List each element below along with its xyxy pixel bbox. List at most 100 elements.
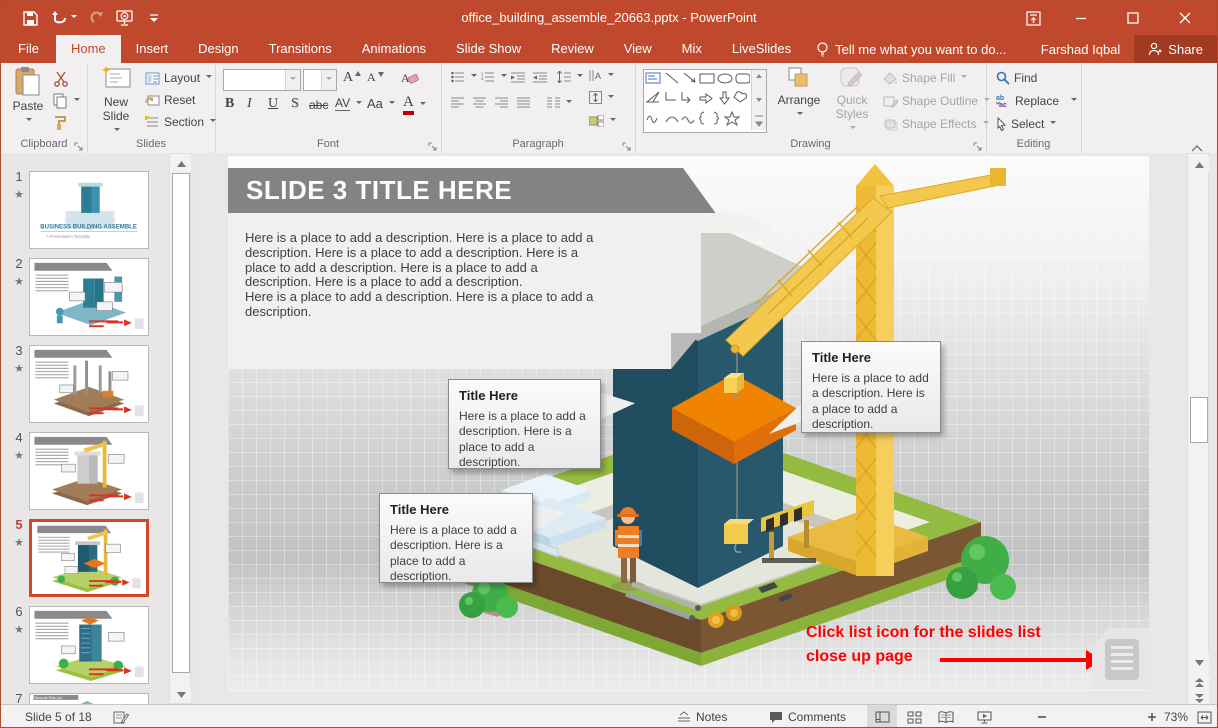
- spell-check-icon[interactable]: [113, 705, 129, 728]
- shrink-font-button[interactable]: A: [367, 70, 384, 85]
- tell-me-box[interactable]: Tell me what you want to do...: [806, 35, 1016, 63]
- select-button[interactable]: Select: [996, 117, 1056, 131]
- new-slide-button[interactable]: New Slide: [93, 66, 139, 136]
- maximize-icon[interactable]: [1113, 1, 1153, 35]
- align-text-button[interactable]: [589, 91, 614, 104]
- thumbnail-scroll-up-icon[interactable]: [171, 155, 191, 172]
- slide-thumbnail-6[interactable]: [29, 606, 149, 684]
- reset-button[interactable]: Reset: [145, 93, 195, 107]
- font-dialog-launcher[interactable]: [428, 139, 438, 149]
- tab-design[interactable]: Design: [183, 35, 253, 63]
- zoom-out-icon[interactable]: [1037, 705, 1047, 728]
- reading-view-icon[interactable]: [931, 705, 961, 728]
- change-case-button[interactable]: Aa: [367, 96, 395, 111]
- ribbon-display-options-icon[interactable]: [1013, 1, 1053, 35]
- shape-gallery[interactable]: [643, 69, 767, 133]
- canvas-scrollbar[interactable]: [1187, 153, 1209, 704]
- character-spacing-button[interactable]: AV: [335, 96, 362, 111]
- numbering-button[interactable]: 12: [481, 71, 507, 83]
- zoom-in-icon[interactable]: [1147, 705, 1157, 728]
- share-button[interactable]: Share: [1134, 35, 1217, 63]
- columns-button[interactable]: [547, 97, 572, 108]
- convert-smartart-button[interactable]: [589, 115, 616, 127]
- zoom-percent[interactable]: 73%: [1164, 705, 1188, 728]
- underline-button[interactable]: U: [268, 96, 278, 112]
- canvas-scrollbar-thumb[interactable]: [1190, 397, 1208, 443]
- arrange-button[interactable]: Arrange: [775, 66, 823, 136]
- cut-button[interactable]: [53, 71, 69, 87]
- paragraph-dialog-launcher[interactable]: [622, 139, 632, 149]
- slide-thumbnail-1[interactable]: BUSINESS BUILDING ASSEMBLEA Presentation…: [29, 171, 149, 249]
- canvas-scroll-down-icon[interactable]: [1189, 654, 1209, 671]
- tab-animations[interactable]: Animations: [347, 35, 441, 63]
- slide-thumbnail-7[interactable]: Blueprint Slide List: [29, 693, 149, 704]
- slide-thumbnail-4[interactable]: [29, 432, 149, 510]
- thumbnail-scrollbar[interactable]: [169, 153, 191, 704]
- format-painter-button[interactable]: [53, 115, 69, 131]
- normal-view-icon[interactable]: [867, 705, 897, 728]
- slide-sorter-view-icon[interactable]: [899, 705, 929, 728]
- replace-button[interactable]: abac Replace: [996, 94, 1077, 108]
- increase-indent-button[interactable]: [533, 71, 547, 83]
- italic-button[interactable]: I: [247, 96, 252, 112]
- thumbnail-scroll-down-icon[interactable]: [171, 686, 191, 703]
- previous-slide-icon[interactable]: [1189, 674, 1209, 691]
- tab-insert[interactable]: Insert: [121, 35, 184, 63]
- find-button[interactable]: Find: [996, 71, 1037, 85]
- copy-button[interactable]: [53, 93, 80, 109]
- slide-description[interactable]: Here is a place to add a description. He…: [245, 231, 607, 320]
- thumbnail-scrollbar-thumb[interactable]: [172, 173, 190, 673]
- layout-button[interactable]: Layout: [145, 71, 212, 85]
- minimize-icon[interactable]: [1061, 1, 1101, 35]
- tab-review[interactable]: Review: [536, 35, 609, 63]
- canvas-scroll-up-icon[interactable]: [1189, 156, 1209, 173]
- section-button[interactable]: Section: [145, 115, 216, 129]
- drawing-dialog-launcher[interactable]: [973, 139, 983, 149]
- slide-thumbnail-2[interactable]: [29, 258, 149, 336]
- comments-button[interactable]: Comments: [769, 705, 846, 728]
- bullets-button[interactable]: [451, 71, 477, 83]
- font-name-combo[interactable]: [223, 69, 301, 91]
- shape-effects-button[interactable]: Shape Effects: [883, 117, 989, 131]
- tab-home[interactable]: Home: [56, 35, 121, 63]
- close-icon[interactable]: [1165, 1, 1205, 35]
- clipboard-dialog-launcher[interactable]: [74, 139, 84, 149]
- font-size-combo[interactable]: [303, 69, 337, 91]
- justify-button[interactable]: [517, 97, 530, 108]
- text-direction-button[interactable]: A: [589, 69, 614, 82]
- paste-button[interactable]: Paste: [5, 66, 51, 136]
- text-shadow-button[interactable]: S: [291, 96, 299, 112]
- notes-button[interactable]: Notes: [677, 705, 727, 728]
- tab-mix[interactable]: Mix: [667, 35, 717, 63]
- bold-button[interactable]: B: [225, 96, 234, 112]
- slide-canvas[interactable]: SLIDE 3 TITLE HERE Here is a place to ad…: [228, 156, 1149, 691]
- tab-transitions[interactable]: Transitions: [254, 35, 347, 63]
- grow-font-button[interactable]: A: [343, 70, 361, 86]
- quick-styles-button[interactable]: Quick Styles: [827, 66, 877, 136]
- slide-thumbnail-5[interactable]: [29, 519, 149, 597]
- shape-fill-button[interactable]: Shape Fill: [883, 71, 967, 85]
- align-left-button[interactable]: [451, 97, 464, 108]
- slide-show-icon[interactable]: [969, 705, 999, 728]
- tab-liveslides[interactable]: LiveSlides: [717, 35, 806, 63]
- tab-file[interactable]: File: [1, 35, 56, 63]
- align-center-button[interactable]: [473, 97, 486, 108]
- user-name[interactable]: Farshad Iqbal: [1041, 42, 1121, 57]
- line-spacing-button[interactable]: [557, 71, 583, 83]
- callout-right[interactable]: Title Here Here is a place to add a desc…: [801, 341, 941, 433]
- callout-lower-left[interactable]: Title Here Here is a place to add a desc…: [379, 493, 533, 583]
- next-slide-icon[interactable]: [1189, 690, 1209, 704]
- strikethrough-button[interactable]: abc: [309, 98, 328, 112]
- shape-gallery-scroll[interactable]: [751, 70, 766, 130]
- callout-middle[interactable]: Title Here Here is a place to add a desc…: [448, 379, 601, 469]
- align-right-button[interactable]: [495, 97, 508, 108]
- slide-title-banner[interactable]: SLIDE 3 TITLE HERE: [228, 168, 728, 213]
- clear-formatting-button[interactable]: A: [401, 70, 419, 86]
- tab-view[interactable]: View: [609, 35, 667, 63]
- shape-outline-button[interactable]: Shape Outline: [883, 94, 990, 108]
- fit-to-window-icon[interactable]: [1197, 705, 1212, 728]
- slide-thumbnail-3[interactable]: [29, 345, 149, 423]
- decrease-indent-button[interactable]: [511, 71, 525, 83]
- font-color-button[interactable]: A: [403, 94, 426, 115]
- tab-slide-show[interactable]: Slide Show: [441, 35, 536, 63]
